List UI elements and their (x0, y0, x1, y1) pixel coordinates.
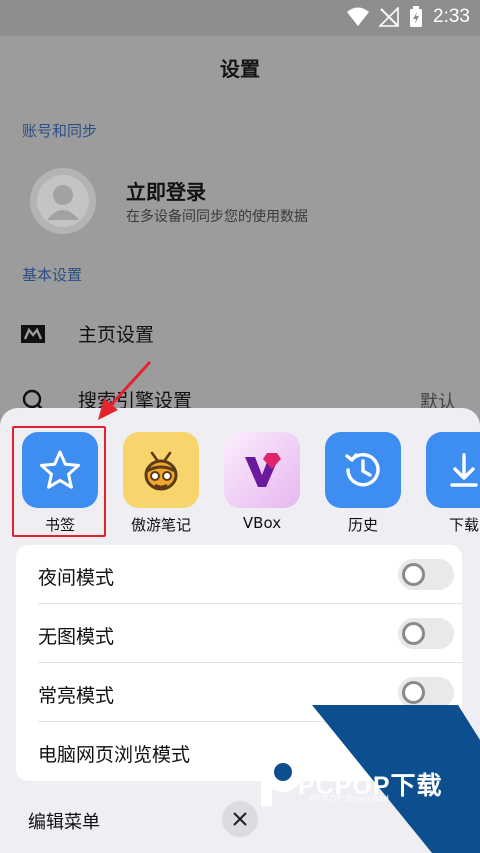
annotation-arrow (98, 360, 152, 420)
watermark-subtext: PCPOP Download (310, 794, 390, 803)
